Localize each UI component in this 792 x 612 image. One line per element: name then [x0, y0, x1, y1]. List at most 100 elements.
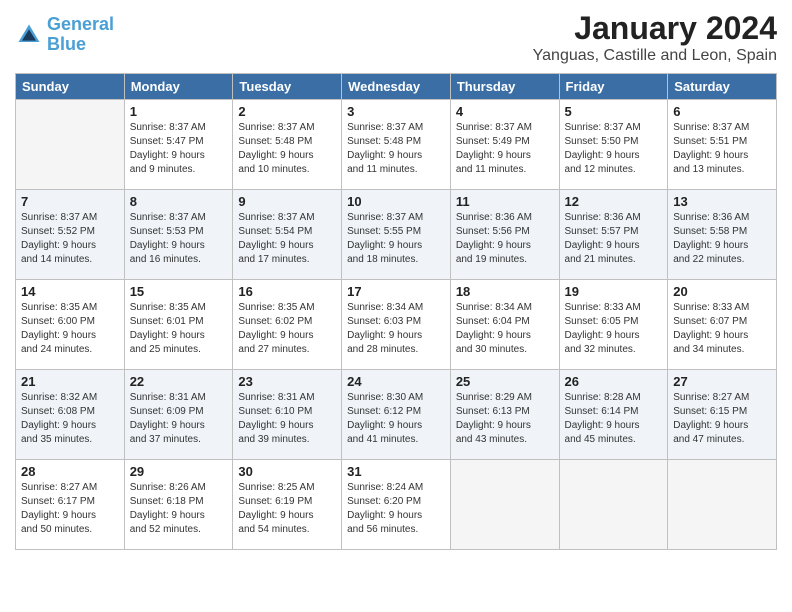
calendar-header-sunday: Sunday — [16, 74, 125, 100]
calendar-cell: 9Sunrise: 8:37 AM Sunset: 5:54 PM Daylig… — [233, 190, 342, 280]
day-info: Sunrise: 8:32 AM Sunset: 6:08 PM Dayligh… — [21, 391, 119, 447]
subtitle: Yanguas, Castille and Leon, Spain — [533, 47, 777, 65]
calendar-cell: 11Sunrise: 8:36 AM Sunset: 5:56 PM Dayli… — [450, 190, 559, 280]
day-info: Sunrise: 8:35 AM Sunset: 6:01 PM Dayligh… — [130, 301, 228, 357]
calendar-cell: 16Sunrise: 8:35 AM Sunset: 6:02 PM Dayli… — [233, 280, 342, 370]
calendar-cell: 21 Sunrise: 8:32 AM Sunset: 6:08 PM Dayli… — [16, 370, 125, 460]
day-info: Sunrise: 8:37 AM Sunset: 5:47 PM Dayligh… — [130, 121, 228, 177]
calendar-header-tuesday: Tuesday — [233, 74, 342, 100]
day-info: Sunrise: 8:26 AM Sunset: 6:18 PM Dayligh… — [130, 481, 228, 537]
day-number: 18 — [456, 284, 554, 299]
day-number: 29 — [130, 464, 228, 479]
day-number: 12 — [565, 194, 663, 209]
day-number: 5 — [565, 104, 663, 119]
calendar-week-row: 1 Sunrise: 8:37 AM Sunset: 5:47 PM Daylig… — [16, 100, 777, 190]
calendar-cell — [559, 460, 668, 550]
calendar-cell — [450, 460, 559, 550]
day-info: Sunrise: 8:30 AM Sunset: 6:12 PM Dayligh… — [347, 391, 445, 447]
calendar-cell: 15 Sunrise: 8:35 AM Sunset: 6:01 PM Dayli… — [124, 280, 233, 370]
day-info: Sunrise: 8:37 AM Sunset: 5:53 PM Dayligh… — [130, 211, 228, 267]
calendar-header-wednesday: Wednesday — [342, 74, 451, 100]
calendar-header-monday: Monday — [124, 74, 233, 100]
logo-line1: General — [47, 14, 114, 34]
calendar-cell: 8 Sunrise: 8:37 AM Sunset: 5:53 PM Daylig… — [124, 190, 233, 280]
day-info: Sunrise: 8:25 AM Sunset: 6:19 PM Dayligh… — [238, 481, 336, 537]
calendar-cell: 31Sunrise: 8:24 AM Sunset: 6:20 PM Dayli… — [342, 460, 451, 550]
day-number: 8 — [130, 194, 228, 209]
calendar-cell: 27 Sunrise: 8:27 AM Sunset: 6:15 PM Dayli… — [668, 370, 777, 460]
day-number: 19 — [565, 284, 663, 299]
logo-line2: Blue — [47, 34, 86, 54]
calendar-cell: 29 Sunrise: 8:26 AM Sunset: 6:18 PM Dayli… — [124, 460, 233, 550]
calendar-cell: 6Sunrise: 8:37 AM Sunset: 5:51 PM Daylig… — [668, 100, 777, 190]
calendar-cell: 19 Sunrise: 8:33 AM Sunset: 6:05 PM Dayli… — [559, 280, 668, 370]
page-container: General Blue January 2024 Yanguas, Casti… — [0, 0, 792, 612]
day-info: Sunrise: 8:29 AM Sunset: 6:13 PM Dayligh… — [456, 391, 554, 447]
day-number: 7 — [21, 194, 119, 209]
calendar-week-row: 28 Sunrise: 8:27 AM Sunset: 6:17 PM Dayli… — [16, 460, 777, 550]
day-info: Sunrise: 8:37 AM Sunset: 5:51 PM Dayligh… — [673, 121, 771, 177]
day-info: Sunrise: 8:28 AM Sunset: 6:14 PM Dayligh… — [565, 391, 663, 447]
calendar-header-friday: Friday — [559, 74, 668, 100]
calendar-week-row: 21 Sunrise: 8:32 AM Sunset: 6:08 PM Dayli… — [16, 370, 777, 460]
calendar-cell: 24Sunrise: 8:30 AM Sunset: 6:12 PM Dayli… — [342, 370, 451, 460]
day-number: 30 — [238, 464, 336, 479]
day-number: 16 — [238, 284, 336, 299]
calendar-cell: 17 Sunrise: 8:34 AM Sunset: 6:03 PM Dayli… — [342, 280, 451, 370]
day-number: 4 — [456, 104, 554, 119]
calendar-week-row: 7Sunrise: 8:37 AM Sunset: 5:52 PM Daylig… — [16, 190, 777, 280]
day-number: 26 — [565, 374, 663, 389]
calendar-cell: 25 Sunrise: 8:29 AM Sunset: 6:13 PM Dayli… — [450, 370, 559, 460]
day-number: 23 — [238, 374, 336, 389]
calendar-cell: 13 Sunrise: 8:36 AM Sunset: 5:58 PM Dayli… — [668, 190, 777, 280]
logo-text: General Blue — [47, 15, 114, 55]
day-number: 1 — [130, 104, 228, 119]
calendar-cell: 23 Sunrise: 8:31 AM Sunset: 6:10 PM Dayli… — [233, 370, 342, 460]
day-info: Sunrise: 8:33 AM Sunset: 6:05 PM Dayligh… — [565, 301, 663, 357]
calendar-cell: 12 Sunrise: 8:36 AM Sunset: 5:57 PM Dayli… — [559, 190, 668, 280]
day-number: 10 — [347, 194, 445, 209]
day-info: Sunrise: 8:36 AM Sunset: 5:57 PM Dayligh… — [565, 211, 663, 267]
day-info: Sunrise: 8:37 AM Sunset: 5:54 PM Dayligh… — [238, 211, 336, 267]
calendar-cell: 1 Sunrise: 8:37 AM Sunset: 5:47 PM Daylig… — [124, 100, 233, 190]
calendar-cell: 7Sunrise: 8:37 AM Sunset: 5:52 PM Daylig… — [16, 190, 125, 280]
main-title: January 2024 — [533, 10, 777, 47]
calendar-cell — [668, 460, 777, 550]
calendar-cell: 26 Sunrise: 8:28 AM Sunset: 6:14 PM Dayli… — [559, 370, 668, 460]
day-info: Sunrise: 8:24 AM Sunset: 6:20 PM Dayligh… — [347, 481, 445, 537]
calendar-cell: 30 Sunrise: 8:25 AM Sunset: 6:19 PM Dayli… — [233, 460, 342, 550]
day-info: Sunrise: 8:35 AM Sunset: 6:00 PM Dayligh… — [21, 301, 119, 357]
calendar-table: SundayMondayTuesdayWednesdayThursdayFrid… — [15, 73, 777, 550]
day-number: 25 — [456, 374, 554, 389]
day-number: 17 — [347, 284, 445, 299]
day-number: 20 — [673, 284, 771, 299]
calendar-header-saturday: Saturday — [668, 74, 777, 100]
day-number: 13 — [673, 194, 771, 209]
calendar-cell: 18Sunrise: 8:34 AM Sunset: 6:04 PM Dayli… — [450, 280, 559, 370]
day-info: Sunrise: 8:37 AM Sunset: 5:49 PM Dayligh… — [456, 121, 554, 177]
calendar-cell: 20Sunrise: 8:33 AM Sunset: 6:07 PM Dayli… — [668, 280, 777, 370]
day-info: Sunrise: 8:37 AM Sunset: 5:48 PM Dayligh… — [347, 121, 445, 177]
day-info: Sunrise: 8:31 AM Sunset: 6:10 PM Dayligh… — [238, 391, 336, 447]
day-number: 22 — [130, 374, 228, 389]
day-number: 3 — [347, 104, 445, 119]
calendar-cell: 22 Sunrise: 8:31 AM Sunset: 6:09 PM Dayli… — [124, 370, 233, 460]
calendar-cell: 28 Sunrise: 8:27 AM Sunset: 6:17 PM Dayli… — [16, 460, 125, 550]
day-number: 28 — [21, 464, 119, 479]
page-header: General Blue January 2024 Yanguas, Casti… — [15, 10, 777, 65]
day-number: 15 — [130, 284, 228, 299]
calendar-cell — [16, 100, 125, 190]
day-info: Sunrise: 8:27 AM Sunset: 6:17 PM Dayligh… — [21, 481, 119, 537]
day-number: 21 — [21, 374, 119, 389]
day-number: 27 — [673, 374, 771, 389]
calendar-cell: 5Sunrise: 8:37 AM Sunset: 5:50 PM Daylig… — [559, 100, 668, 190]
calendar-header-thursday: Thursday — [450, 74, 559, 100]
day-info: Sunrise: 8:34 AM Sunset: 6:03 PM Dayligh… — [347, 301, 445, 357]
day-info: Sunrise: 8:36 AM Sunset: 5:58 PM Dayligh… — [673, 211, 771, 267]
logo: General Blue — [15, 15, 114, 55]
day-info: Sunrise: 8:31 AM Sunset: 6:09 PM Dayligh… — [130, 391, 228, 447]
day-info: Sunrise: 8:27 AM Sunset: 6:15 PM Dayligh… — [673, 391, 771, 447]
day-info: Sunrise: 8:36 AM Sunset: 5:56 PM Dayligh… — [456, 211, 554, 267]
calendar-cell: 4 Sunrise: 8:37 AM Sunset: 5:49 PM Daylig… — [450, 100, 559, 190]
calendar-cell: 3 Sunrise: 8:37 AM Sunset: 5:48 PM Daylig… — [342, 100, 451, 190]
